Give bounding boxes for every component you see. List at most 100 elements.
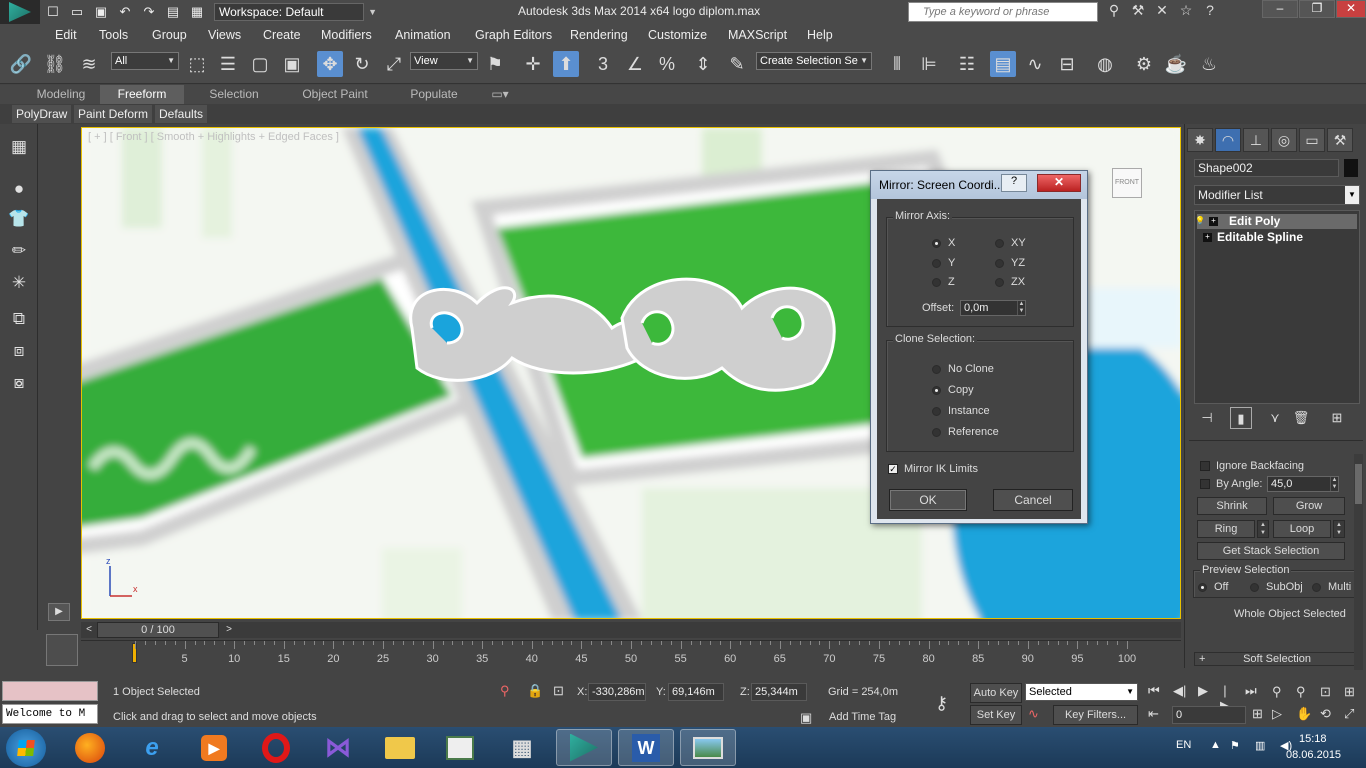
cancel-button[interactable]: Cancel xyxy=(993,489,1073,511)
workspace-dropdown[interactable]: Workspace: Default xyxy=(214,3,377,21)
remove-modifier-icon[interactable]: 🗑 xyxy=(1290,407,1312,429)
menu-modifiers[interactable]: Modifiers xyxy=(321,28,372,42)
key-icon[interactable]: ⚷ xyxy=(935,693,948,714)
effects-icon[interactable]: ✳ xyxy=(6,270,32,296)
select-manipulate-icon[interactable]: ✛ xyxy=(520,51,546,77)
open-file-icon[interactable]: ▭ xyxy=(66,2,88,22)
current-frame-field[interactable]: 0 xyxy=(1172,706,1246,724)
previous-key-icon[interactable]: ◀| xyxy=(1173,683,1186,699)
set-keys-icon[interactable]: ∿ xyxy=(1028,706,1039,722)
create-objects-icon[interactable]: ▦ xyxy=(6,134,32,160)
copy-radio[interactable]: Copy xyxy=(932,384,974,396)
orbit-icon[interactable]: ⟲ xyxy=(1320,706,1331,722)
stack-item-edit-poly[interactable]: 💡 + Edit Poly xyxy=(1195,214,1357,229)
create-tab-icon[interactable]: ✸ xyxy=(1187,128,1213,152)
dialog-help-button[interactable]: ? xyxy=(1001,174,1027,192)
isolate-selection-icon[interactable]: ⚲ xyxy=(500,683,510,699)
soft-selection-rollout[interactable]: + Soft Selection xyxy=(1194,652,1360,666)
subscription-icon[interactable]: ⚒ xyxy=(1128,2,1148,22)
menu-edit[interactable]: Edit xyxy=(55,28,77,42)
zoom-all-icon[interactable]: ⚲ xyxy=(1296,684,1306,700)
tab-object-paint[interactable]: Object Paint xyxy=(295,85,375,104)
save-file-icon[interactable]: ▣ xyxy=(90,2,112,22)
edit-named-selections-icon[interactable]: ✎ xyxy=(724,51,750,77)
align-icon[interactable]: ⊫ xyxy=(916,51,942,77)
configure-modifier-sets-icon[interactable]: ⊞ xyxy=(1326,407,1348,429)
menu-rendering[interactable]: Rendering xyxy=(570,28,628,42)
reference-coordinate-dropdown[interactable]: View xyxy=(410,52,478,70)
preview-multi-radio[interactable]: Multi xyxy=(1312,581,1351,593)
ribbon-polydraw[interactable]: PolyDraw xyxy=(12,105,72,123)
menu-group[interactable]: Group xyxy=(152,28,187,42)
cloth-icon[interactable]: 👕 xyxy=(6,206,32,232)
key-mode-toggle-icon[interactable]: ⇤ xyxy=(1148,706,1159,722)
axis-y-radio[interactable]: Y xyxy=(932,257,955,269)
clock-date[interactable]: 08.06.2015 xyxy=(1286,749,1341,761)
auto-key-button[interactable]: Auto Key xyxy=(970,683,1022,703)
new-file-icon[interactable]: ☐ xyxy=(42,2,64,22)
selection-filter-dropdown[interactable]: All xyxy=(111,52,179,70)
network-icon[interactable]: ▥ xyxy=(1255,739,1265,752)
presentation-taskbar-icon[interactable] xyxy=(432,729,488,766)
grow-button[interactable]: Grow xyxy=(1273,497,1345,515)
shrink-button[interactable]: Shrink xyxy=(1197,497,1267,515)
pin-stack-icon[interactable]: ⊣ xyxy=(1196,407,1218,429)
x-coordinate-field[interactable]: -330,286m xyxy=(588,683,646,701)
named-selection-set-dropdown[interactable]: Create Selection Se xyxy=(756,52,872,70)
mini-curve-editor-icon[interactable] xyxy=(46,634,78,666)
utilities-tab-icon[interactable]: ⚒ xyxy=(1327,128,1353,152)
tab-populate[interactable]: Populate xyxy=(403,85,465,104)
go-to-start-icon[interactable]: ⏮ xyxy=(1148,683,1160,699)
axis-z-radio[interactable]: Z xyxy=(932,276,955,288)
modifier-list-dropdown[interactable]: Modifier List ▼ xyxy=(1194,185,1360,205)
binoculars-icon[interactable]: ⚲ xyxy=(1104,2,1124,22)
selection-lock-icon[interactable]: 🔒 xyxy=(527,683,543,699)
select-and-move-icon[interactable]: ✥ xyxy=(317,51,343,77)
start-button[interactable] xyxy=(6,729,46,767)
search-input[interactable]: Type a keyword or phrase xyxy=(908,2,1098,22)
tray-arrow-icon[interactable]: ▲ xyxy=(1210,739,1221,751)
axis-x-radio[interactable]: X xyxy=(932,237,955,249)
z-coordinate-field[interactable]: 25,344m xyxy=(751,683,807,701)
viewcube[interactable]: FRONT xyxy=(1112,168,1142,198)
film-icon[interactable]: ▦ xyxy=(186,2,208,22)
layer-manager-icon[interactable]: ☷ xyxy=(954,51,980,77)
file-explorer-taskbar-icon[interactable] xyxy=(372,729,428,766)
ok-button[interactable]: OK xyxy=(889,489,967,511)
select-and-rotate-icon[interactable]: ↻ xyxy=(349,51,375,77)
offset-spinner[interactable]: 0,0m ▲ ▼ xyxy=(960,300,1026,316)
time-slider-thumb[interactable]: 0 / 100 xyxy=(97,622,219,638)
scrollbar-thumb[interactable] xyxy=(1355,464,1362,504)
dialog-close-button[interactable]: ✕ xyxy=(1037,174,1081,192)
preview-off-radio[interactable]: Off xyxy=(1198,581,1228,593)
maximize-viewport-icon[interactable]: ⤢ xyxy=(1344,706,1354,722)
spinner-arrows-icon[interactable]: ▲ ▼ xyxy=(1017,301,1025,315)
firefox-taskbar-icon[interactable] xyxy=(62,729,118,766)
go-to-end-icon[interactable]: ⏭ xyxy=(1245,683,1257,699)
media-player-taskbar-icon[interactable]: ▶ xyxy=(186,729,242,766)
expand-icon[interactable]: + xyxy=(1209,217,1218,226)
play-icon[interactable]: ▶ xyxy=(1198,683,1208,699)
time-tag-icon[interactable]: ▣ xyxy=(800,710,812,726)
hierarchy-tab-icon[interactable]: ⊥ xyxy=(1243,128,1269,152)
ribbon-paint-deform[interactable]: Paint Deform xyxy=(74,105,153,123)
motion-tab-icon[interactable]: ◎ xyxy=(1271,128,1297,152)
opera-taskbar-icon[interactable] xyxy=(248,729,304,766)
mirror-icon[interactable]: ⫴ xyxy=(884,51,910,77)
expand-panel-icon[interactable]: ▶ xyxy=(48,603,70,621)
command-panel-scrollbar[interactable] xyxy=(1354,454,1363,670)
window-crossing-icon[interactable]: ▣ xyxy=(279,51,305,77)
time-slider[interactable]: < 0 / 100 > xyxy=(81,622,1181,638)
spinner-snap-icon[interactable]: ⇕ xyxy=(690,51,716,77)
select-object-icon[interactable]: ⬚ xyxy=(184,51,210,77)
percent-snap-icon[interactable]: % xyxy=(654,51,680,77)
modify-tab-icon[interactable]: ◠ xyxy=(1215,128,1241,152)
curve-editor-icon[interactable]: ∿ xyxy=(1022,51,1048,77)
object-name-field[interactable]: Shape002 xyxy=(1194,159,1339,177)
maxscript-output[interactable]: Welcome to M xyxy=(2,704,98,724)
zoom-extents-all-icon[interactable]: ⊞ xyxy=(1344,684,1355,700)
viewport-layout-2-icon[interactable]: ⧈ xyxy=(6,338,32,364)
tab-freeform[interactable]: Freeform xyxy=(100,85,184,104)
tab-modeling[interactable]: Modeling xyxy=(30,85,92,104)
menu-animation[interactable]: Animation xyxy=(395,28,451,42)
